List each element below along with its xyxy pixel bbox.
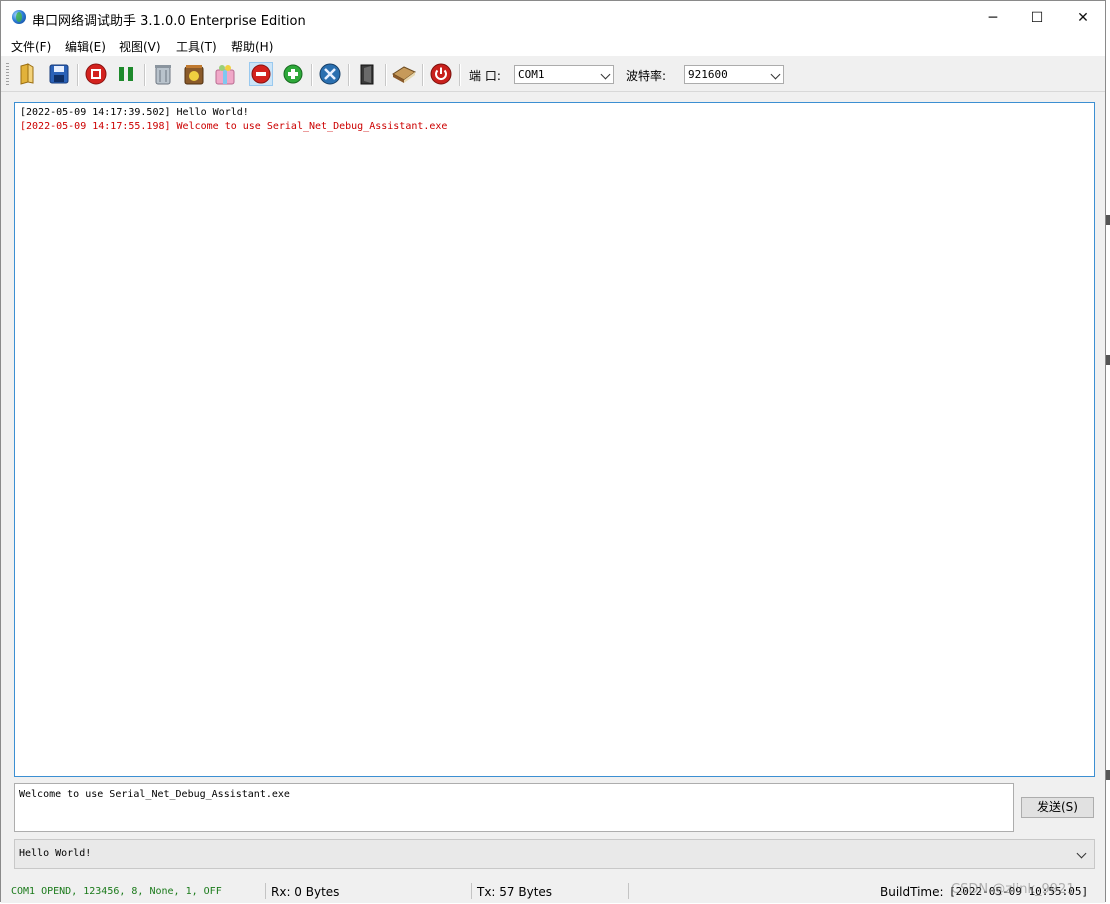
log-line: [2022-05-09 14:17:55.198] Welcome to use…	[20, 121, 448, 132]
port-status: COM1 OPEND, 123456, 8, None, 1, OFF	[11, 886, 222, 897]
app-logo-icon	[12, 10, 26, 24]
gift-icon[interactable]	[213, 62, 237, 86]
pause-icon[interactable]	[114, 62, 138, 86]
save-icon[interactable]	[47, 62, 71, 86]
menu-view[interactable]: 视图(V)	[119, 38, 161, 55]
chevron-down-icon	[770, 69, 781, 80]
status-separator	[628, 883, 629, 899]
minimize-button[interactable]: ─	[970, 1, 1016, 35]
baud-label: 波特率:	[626, 69, 667, 83]
rx-count: Rx: 0 Bytes	[271, 885, 340, 899]
toolbar-separator	[422, 64, 424, 86]
stop-icon[interactable]	[84, 62, 108, 86]
trash-icon[interactable]	[151, 62, 175, 86]
remove-icon[interactable]	[249, 62, 273, 86]
door-icon[interactable]	[355, 62, 379, 86]
toolbar: 端 口: COM1 波特率: 921600	[1, 57, 1105, 92]
toolbar-separator	[144, 64, 146, 86]
background-edge-mark	[1106, 355, 1110, 365]
power-icon[interactable]	[429, 62, 453, 86]
background-edge-mark	[1106, 770, 1110, 780]
menu-bar: 文件(F) 编辑(E) 视图(V) 工具(T) 帮助(H)	[1, 35, 1105, 56]
tx-count: Tx: 57 Bytes	[477, 885, 553, 899]
open-folder-icon[interactable]	[15, 62, 39, 86]
build-time-label: BuildTime:	[880, 885, 944, 899]
send-input[interactable]: Welcome to use Serial_Net_Debug_Assistan…	[14, 783, 1014, 832]
title-bar[interactable]: 串口网络调试助手 3.1.0.0 Enterprise Edition ─ ☐ …	[1, 1, 1105, 35]
port-select[interactable]: COM1	[514, 65, 614, 84]
menu-file[interactable]: 文件(F)	[11, 38, 51, 55]
watermark: CSDN @zlink_9921	[951, 882, 1075, 897]
toolbar-separator	[77, 64, 79, 86]
baud-select[interactable]: 921600	[684, 65, 784, 84]
receive-log[interactable]: [2022-05-09 14:17:39.502] Hello World! […	[14, 102, 1095, 777]
baud-select-value: 921600	[688, 68, 728, 81]
background-edge-mark	[1106, 215, 1110, 225]
add-icon[interactable]	[281, 62, 305, 86]
toolbar-separator	[459, 64, 461, 86]
maximize-button[interactable]: ☐	[1014, 1, 1060, 35]
send-history-select[interactable]: Hello World!	[14, 839, 1095, 869]
status-bar: COM1 OPEND, 123456, 8, None, 1, OFF Rx: …	[1, 881, 1105, 903]
port-label: 端 口:	[469, 69, 501, 83]
toolbar-separator	[385, 64, 387, 86]
status-separator	[265, 883, 266, 899]
toolbar-grip[interactable]	[6, 63, 9, 85]
send-history-value: Hello World!	[19, 848, 92, 859]
window-title: 串口网络调试助手 3.1.0.0 Enterprise Edition	[32, 14, 306, 29]
status-separator	[471, 883, 472, 899]
menu-help[interactable]: 帮助(H)	[231, 38, 273, 55]
send-button[interactable]: 发送(S)	[1021, 797, 1094, 818]
settings-icon[interactable]	[318, 62, 342, 86]
close-button[interactable]: ✕	[1060, 1, 1106, 35]
recycle-icon[interactable]	[182, 62, 206, 86]
book-icon[interactable]	[392, 62, 416, 86]
log-line: [2022-05-09 14:17:39.502] Hello World!	[20, 107, 249, 118]
chevron-down-icon[interactable]	[1076, 848, 1087, 859]
background-edge	[1106, 0, 1110, 904]
toolbar-separator	[348, 64, 350, 86]
chevron-down-icon	[600, 69, 611, 80]
menu-edit[interactable]: 编辑(E)	[65, 38, 106, 55]
port-select-value: COM1	[518, 68, 545, 81]
toolbar-separator	[311, 64, 313, 86]
menu-tools[interactable]: 工具(T)	[176, 38, 217, 55]
app-window: 串口网络调试助手 3.1.0.0 Enterprise Edition ─ ☐ …	[0, 0, 1106, 903]
